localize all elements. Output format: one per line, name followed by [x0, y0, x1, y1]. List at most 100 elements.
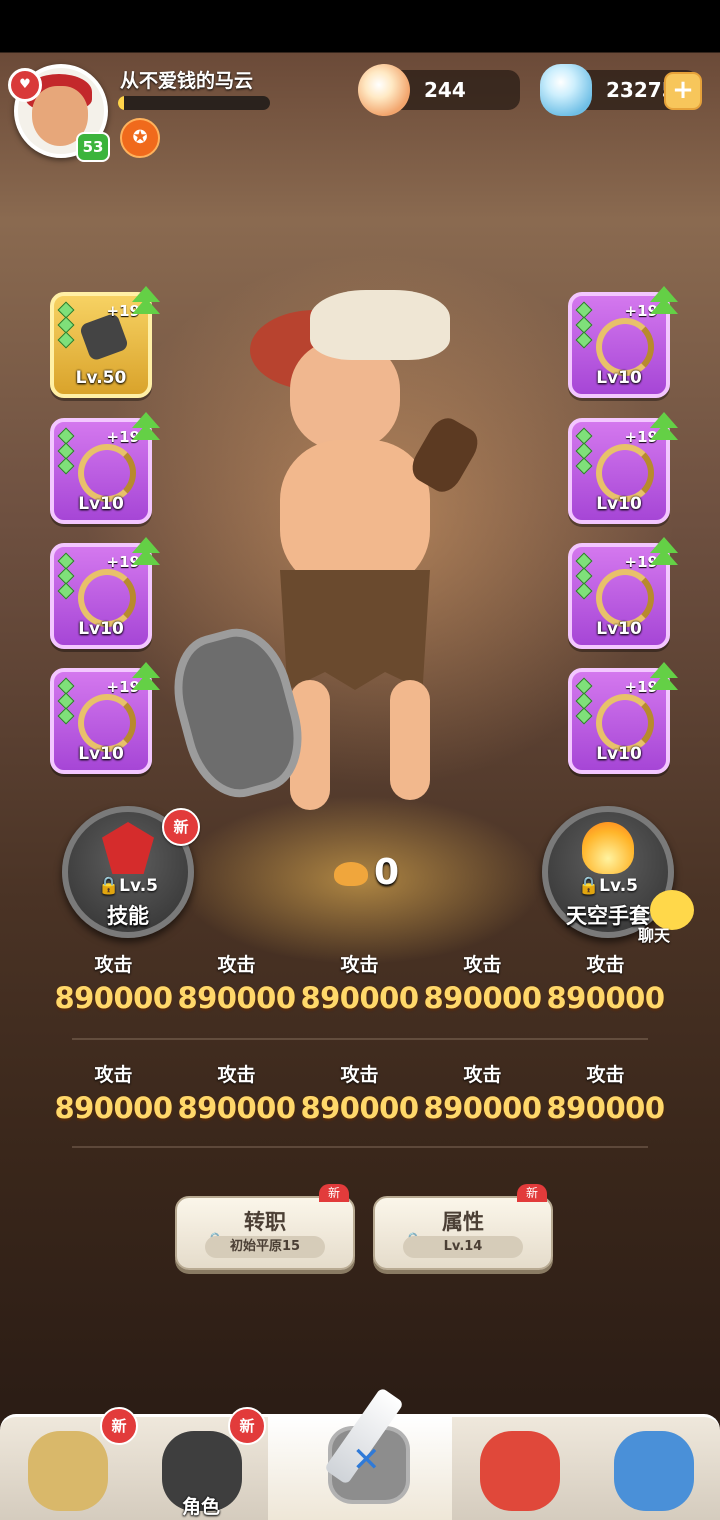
- stat-item: 攻击 890000: [298, 950, 421, 1015]
- skill-icon: [102, 822, 154, 874]
- power-value: 0: [374, 852, 400, 893]
- tab-portal[interactable]: [586, 1417, 720, 1520]
- gem-icon: [540, 64, 592, 116]
- add-gems-button[interactable]: +: [664, 72, 702, 110]
- stat-label: 攻击: [340, 1064, 379, 1086]
- divider: [72, 1038, 648, 1040]
- stat-item: 攻击 890000: [544, 1060, 667, 1125]
- portal-icon: [614, 1431, 694, 1511]
- tab-pet[interactable]: [452, 1417, 586, 1520]
- new-badge: 新: [517, 1184, 547, 1202]
- star-gems: [575, 427, 593, 475]
- sky-lock-level: 🔒Lv.5: [578, 876, 638, 896]
- equip-slot-left-4[interactable]: +19 Lv10: [50, 662, 160, 774]
- star-gems: [57, 427, 75, 475]
- upgrade-arrow-icon: [132, 286, 160, 314]
- skill-label: 技能: [107, 904, 149, 928]
- equip-slot-right-1[interactable]: +19 Lv10: [568, 286, 678, 398]
- stat-label: 攻击: [94, 954, 133, 976]
- star-gems: [57, 677, 75, 725]
- stat-item: 攻击 890000: [175, 1060, 298, 1125]
- campfire-icon: [582, 822, 634, 874]
- attributes-title: 属性: [442, 1210, 484, 1234]
- divider: [72, 1146, 648, 1148]
- equip-slot-right-4[interactable]: +19 Lv10: [568, 662, 678, 774]
- tab-character[interactable]: 角色 新: [134, 1407, 268, 1520]
- upgrade-arrow-icon: [132, 662, 160, 690]
- combat-power: 0: [334, 852, 399, 893]
- upgrade-arrow-icon: [132, 537, 160, 565]
- attributes-button[interactable]: 新 属性 🔒 Lv.14: [373, 1184, 553, 1270]
- stat-item: 攻击 890000: [52, 1060, 175, 1125]
- hero-character[interactable]: [160, 270, 520, 830]
- stat-item: 攻击 890000: [544, 950, 667, 1015]
- stat-value: 890000: [423, 1091, 542, 1125]
- player-name: 从不爱钱的马云: [120, 70, 254, 92]
- stat-item: 攻击 890000: [52, 950, 175, 1015]
- stat-item: 攻击 890000: [421, 950, 544, 1015]
- stat-label: 攻击: [217, 954, 256, 976]
- pearl-shell-icon: [358, 64, 410, 116]
- stat-value: 890000: [546, 981, 665, 1015]
- equip-slot-left-2[interactable]: +19 Lv10: [50, 412, 160, 524]
- stat-value: 890000: [177, 1091, 296, 1125]
- star-gems: [575, 552, 593, 600]
- job-change-title: 转职: [244, 1210, 286, 1234]
- new-badge: 新: [228, 1407, 266, 1445]
- stat-item: 攻击 890000: [421, 1060, 544, 1125]
- game-screen: ♥ 53 从不爱钱的马云 ✪ 244 23275 + +19 Lv.50 +19…: [0, 0, 720, 1520]
- item-level: Lv.50: [75, 368, 127, 388]
- upgrade-arrow-icon: [650, 537, 678, 565]
- equip-slot-right-2[interactable]: +19 Lv10: [568, 412, 678, 524]
- item-level: Lv10: [596, 619, 642, 639]
- item-level: Lv10: [596, 494, 642, 514]
- sword-stone-icon: ✕: [310, 1386, 410, 1506]
- new-badge: 新: [100, 1407, 138, 1445]
- attributes-requirement: Lv.14: [403, 1236, 523, 1258]
- heart-badge-icon: ♥: [8, 68, 42, 102]
- equip-slot-right-3[interactable]: +19 Lv10: [568, 537, 678, 649]
- star-gems: [575, 677, 593, 725]
- exp-bar-fill: [118, 96, 125, 110]
- cross-mark: ✕: [352, 1440, 381, 1480]
- stat-value: 890000: [54, 981, 173, 1015]
- caveman-icon: [28, 1431, 108, 1511]
- upgrade-arrow-icon: [132, 412, 160, 440]
- job-change-requirement: 初始平原15: [205, 1236, 325, 1258]
- stat-label: 攻击: [340, 954, 379, 976]
- stat-label: 攻击: [586, 1064, 625, 1086]
- chat-label: 聊天: [638, 926, 671, 945]
- muscle-arm-icon: [334, 862, 368, 886]
- hero-leg: [390, 680, 430, 800]
- skill-lock-level: 🔒Lv.5: [98, 876, 158, 896]
- job-change-button[interactable]: 新 转职 🔒 初始平原15: [175, 1184, 355, 1270]
- stat-label: 攻击: [463, 1064, 502, 1086]
- stat-value: 890000: [300, 981, 419, 1015]
- stat-label: 攻击: [94, 1064, 133, 1086]
- player-level: 53: [76, 132, 110, 162]
- item-level: Lv10: [78, 619, 124, 639]
- star-gems: [57, 301, 75, 349]
- upgrade-arrow-icon: [650, 412, 678, 440]
- skull-helmet: [310, 290, 450, 360]
- skill-new-badge: 新: [162, 808, 200, 846]
- upgrade-arrow-icon: [650, 286, 678, 314]
- stat-value: 890000: [177, 981, 296, 1015]
- item-level: Lv10: [78, 744, 124, 764]
- chat-button[interactable]: 聊天: [638, 890, 698, 946]
- tab-caveman[interactable]: 新: [0, 1407, 138, 1520]
- star-gems: [57, 552, 75, 600]
- dino-pet-icon: [480, 1431, 560, 1511]
- title-badge-icon[interactable]: ✪: [120, 118, 160, 158]
- tab-label: 角色: [181, 1496, 220, 1518]
- hero-skirt: [280, 570, 430, 690]
- shell-currency: 244: [358, 64, 520, 116]
- stat-value: 890000: [546, 1091, 665, 1125]
- equip-slot-left-1[interactable]: +19 Lv.50: [50, 286, 160, 398]
- star-gems: [575, 301, 593, 349]
- stat-item: 攻击 890000: [298, 1060, 421, 1125]
- exp-bar: [118, 96, 270, 110]
- stat-value: 890000: [423, 981, 542, 1015]
- equip-slot-left-3[interactable]: +19 Lv10: [50, 537, 160, 649]
- item-level: Lv10: [596, 368, 642, 388]
